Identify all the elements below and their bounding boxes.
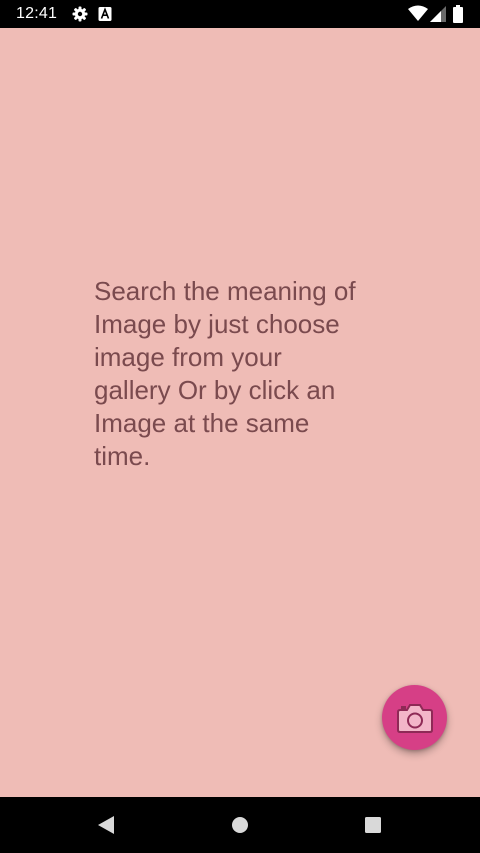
a-badge-icon — [98, 7, 112, 21]
main-content: Search the meaning of Image by just choo… — [0, 28, 480, 797]
recents-button[interactable] — [359, 811, 387, 839]
battery-icon — [453, 5, 463, 23]
signal-icon — [430, 6, 446, 22]
status-time: 12:41 — [16, 5, 58, 22]
camera-fab-button[interactable] — [382, 685, 447, 750]
home-icon — [232, 817, 248, 833]
camera-icon — [396, 703, 433, 733]
wifi-icon — [408, 5, 428, 21]
instruction-text: Search the meaning of Image by just choo… — [94, 276, 356, 471]
recents-icon — [365, 817, 381, 833]
status-bar: 12:41 — [0, 0, 480, 28]
gear-icon — [72, 6, 88, 22]
home-button[interactable] — [226, 811, 254, 839]
navigation-bar — [0, 797, 480, 853]
back-icon — [98, 816, 114, 834]
back-button[interactable] — [92, 811, 120, 839]
